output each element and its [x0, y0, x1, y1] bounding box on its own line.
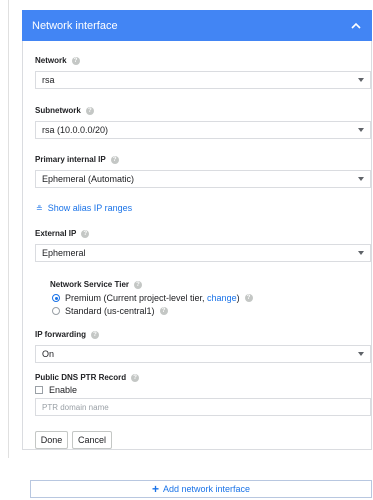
expand-chevron-icon: ≗ — [36, 203, 43, 213]
add-network-interface-button[interactable]: + Add network interface — [30, 480, 372, 498]
network-select[interactable]: rsa — [35, 71, 371, 89]
chevron-up-icon[interactable] — [350, 20, 362, 32]
external-ip-label: External IP ? — [35, 229, 90, 238]
help-icon[interactable]: ? — [90, 330, 99, 339]
ptr-domain-input[interactable]: PTR domain name — [35, 398, 371, 416]
network-service-tier-label: Network Service Tier ? — [50, 280, 143, 289]
dropdown-caret-icon — [358, 128, 364, 132]
cancel-button[interactable]: Cancel — [72, 431, 112, 449]
done-button[interactable]: Done — [35, 431, 68, 449]
enable-checkbox[interactable] — [35, 386, 43, 394]
show-alias-ip-ranges-link[interactable]: ≗ Show alias IP ranges — [36, 203, 132, 213]
standard-radio[interactable] — [52, 307, 60, 315]
help-icon[interactable]: ? — [110, 155, 119, 164]
help-icon[interactable]: ? — [244, 294, 253, 302]
standard-tier-option[interactable]: Standard (us-central1) ? — [52, 306, 168, 316]
plus-icon: + — [151, 482, 159, 496]
network-label: Network ? — [35, 56, 80, 65]
dns-enable-option[interactable]: Enable — [35, 385, 77, 395]
primary-ip-label: Primary internal IP ? — [35, 155, 119, 164]
ip-forwarding-label: IP forwarding ? — [35, 330, 99, 339]
left-border — [8, 0, 9, 458]
premium-tier-option[interactable]: Premium (Current project-level tier, cha… — [52, 293, 253, 303]
ip-forwarding-select[interactable]: On — [35, 345, 371, 363]
dns-ptr-label: Public DNS PTR Record ? — [35, 373, 140, 382]
dropdown-caret-icon — [358, 251, 364, 255]
subnetwork-label: Subnetwork ? — [35, 106, 94, 115]
dropdown-caret-icon — [358, 177, 364, 181]
primary-ip-select[interactable]: Ephemeral (Automatic) — [35, 170, 371, 188]
help-icon[interactable]: ? — [71, 56, 80, 65]
premium-radio[interactable] — [52, 294, 60, 302]
panel-title: Network interface — [32, 19, 118, 32]
panel-header[interactable]: Network interface — [22, 10, 372, 41]
dropdown-caret-icon — [358, 352, 364, 356]
external-ip-select[interactable]: Ephemeral — [35, 244, 371, 262]
help-icon[interactable]: ? — [159, 307, 168, 315]
dropdown-caret-icon — [358, 78, 364, 82]
help-icon[interactable]: ? — [131, 373, 140, 382]
help-icon[interactable]: ? — [85, 106, 94, 115]
help-icon[interactable]: ? — [81, 229, 90, 238]
change-tier-link[interactable]: change — [207, 293, 237, 303]
help-icon[interactable]: ? — [134, 280, 143, 289]
subnetwork-select[interactable]: rsa (10.0.0.0/20) — [35, 121, 371, 139]
